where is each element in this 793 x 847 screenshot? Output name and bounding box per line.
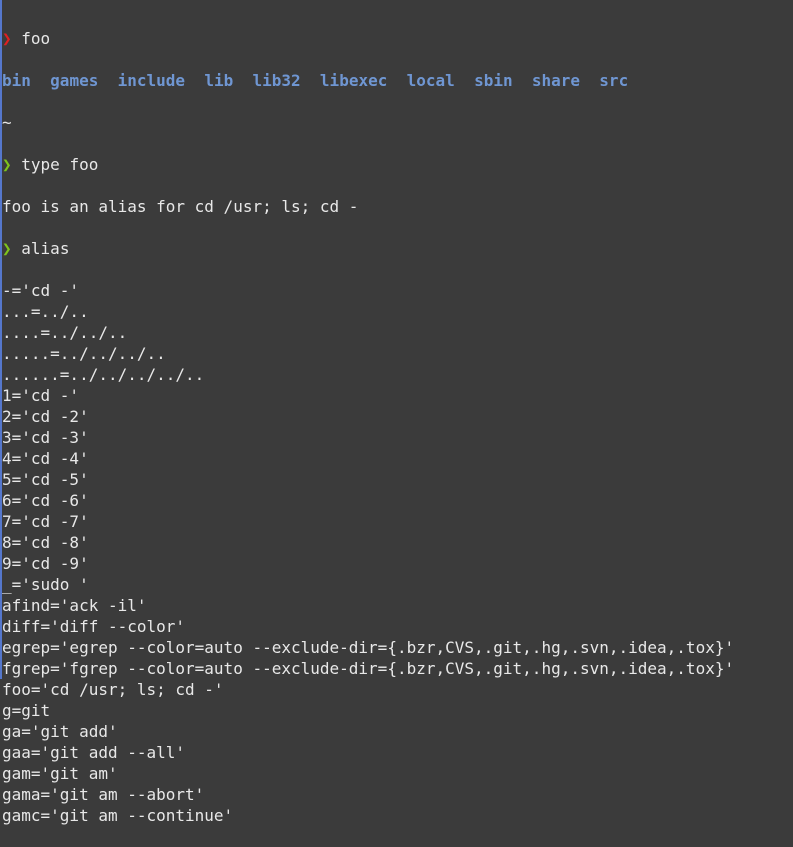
directory-entry: share	[531, 71, 581, 90]
prompt-ok-icon: ❯	[2, 155, 12, 174]
directory-entry: libexec	[319, 71, 388, 90]
prompt-line: ❯ foo	[2, 28, 793, 49]
alias-line: 6='cd -6'	[2, 491, 89, 510]
command: alias	[21, 239, 70, 258]
directory-entry: local	[406, 71, 455, 90]
alias-line: diff='diff --color'	[2, 617, 186, 636]
alias-line: foo='cd /usr; ls; cd -'	[2, 680, 224, 699]
alias-line: ga='git add'	[2, 722, 118, 741]
alias-line: 8='cd -8'	[2, 533, 89, 552]
directory-entry: src	[599, 71, 629, 90]
alias-line: 4='cd -4'	[2, 449, 89, 468]
alias-line: 2='cd -2'	[2, 407, 89, 426]
alias-line: g=git	[2, 701, 51, 720]
alias-line: gamc='git am --continue'	[2, 806, 234, 825]
cwd-line: ~	[2, 113, 12, 132]
alias-line: 9='cd -9'	[2, 554, 89, 573]
alias-line: 1='cd -'	[2, 386, 80, 405]
alias-line: .....=../../../..	[2, 344, 166, 363]
command: type foo	[21, 155, 99, 174]
alias-line: egrep='egrep --color=auto --exclude-dir=…	[2, 638, 735, 657]
alias-line: gam='git am'	[2, 764, 118, 783]
alias-line: gaa='git add --all'	[2, 743, 186, 762]
alias-line: ...=../..	[2, 302, 89, 321]
alias-line: afind='ack -il'	[2, 596, 147, 615]
alias-output: -='cd -' ...=../.. ....=../../.. .....=../.…	[2, 280, 793, 826]
prompt-ok-icon: ❯	[2, 239, 12, 258]
directory-entry: include	[117, 71, 186, 90]
alias-line: -='cd -'	[2, 281, 80, 300]
alias-line: _='sudo '	[2, 575, 89, 594]
alias-line: 3='cd -3'	[2, 428, 89, 447]
prompt-error-icon: ❯	[2, 29, 12, 48]
alias-line: 7='cd -7'	[2, 512, 89, 531]
directory-entry: lib32	[252, 71, 301, 90]
alias-line: gama='git am --abort'	[2, 785, 205, 804]
command: foo	[21, 29, 51, 48]
ls-output: bin games include lib lib32 libexec loca…	[2, 70, 793, 91]
alias-line: fgrep='fgrep --color=auto --exclude-dir=…	[2, 659, 735, 678]
directory-entry: bin	[2, 71, 31, 90]
prompt-line: ❯ alias	[2, 238, 793, 259]
alias-line: 5='cd -5'	[2, 470, 89, 489]
directory-entry: lib	[204, 71, 234, 90]
directory-entry: games	[50, 71, 99, 90]
alias-line: ....=../../..	[2, 323, 128, 342]
type-output: foo is an alias for cd /usr; ls; cd -	[2, 197, 359, 216]
terminal-output[interactable]: ❯ foo bin games include lib lib32 libexe…	[2, 0, 793, 847]
prompt-line: ❯ type foo	[2, 154, 793, 175]
directory-entry: sbin	[474, 71, 513, 90]
alias-line: ......=../../../../..	[2, 365, 205, 384]
